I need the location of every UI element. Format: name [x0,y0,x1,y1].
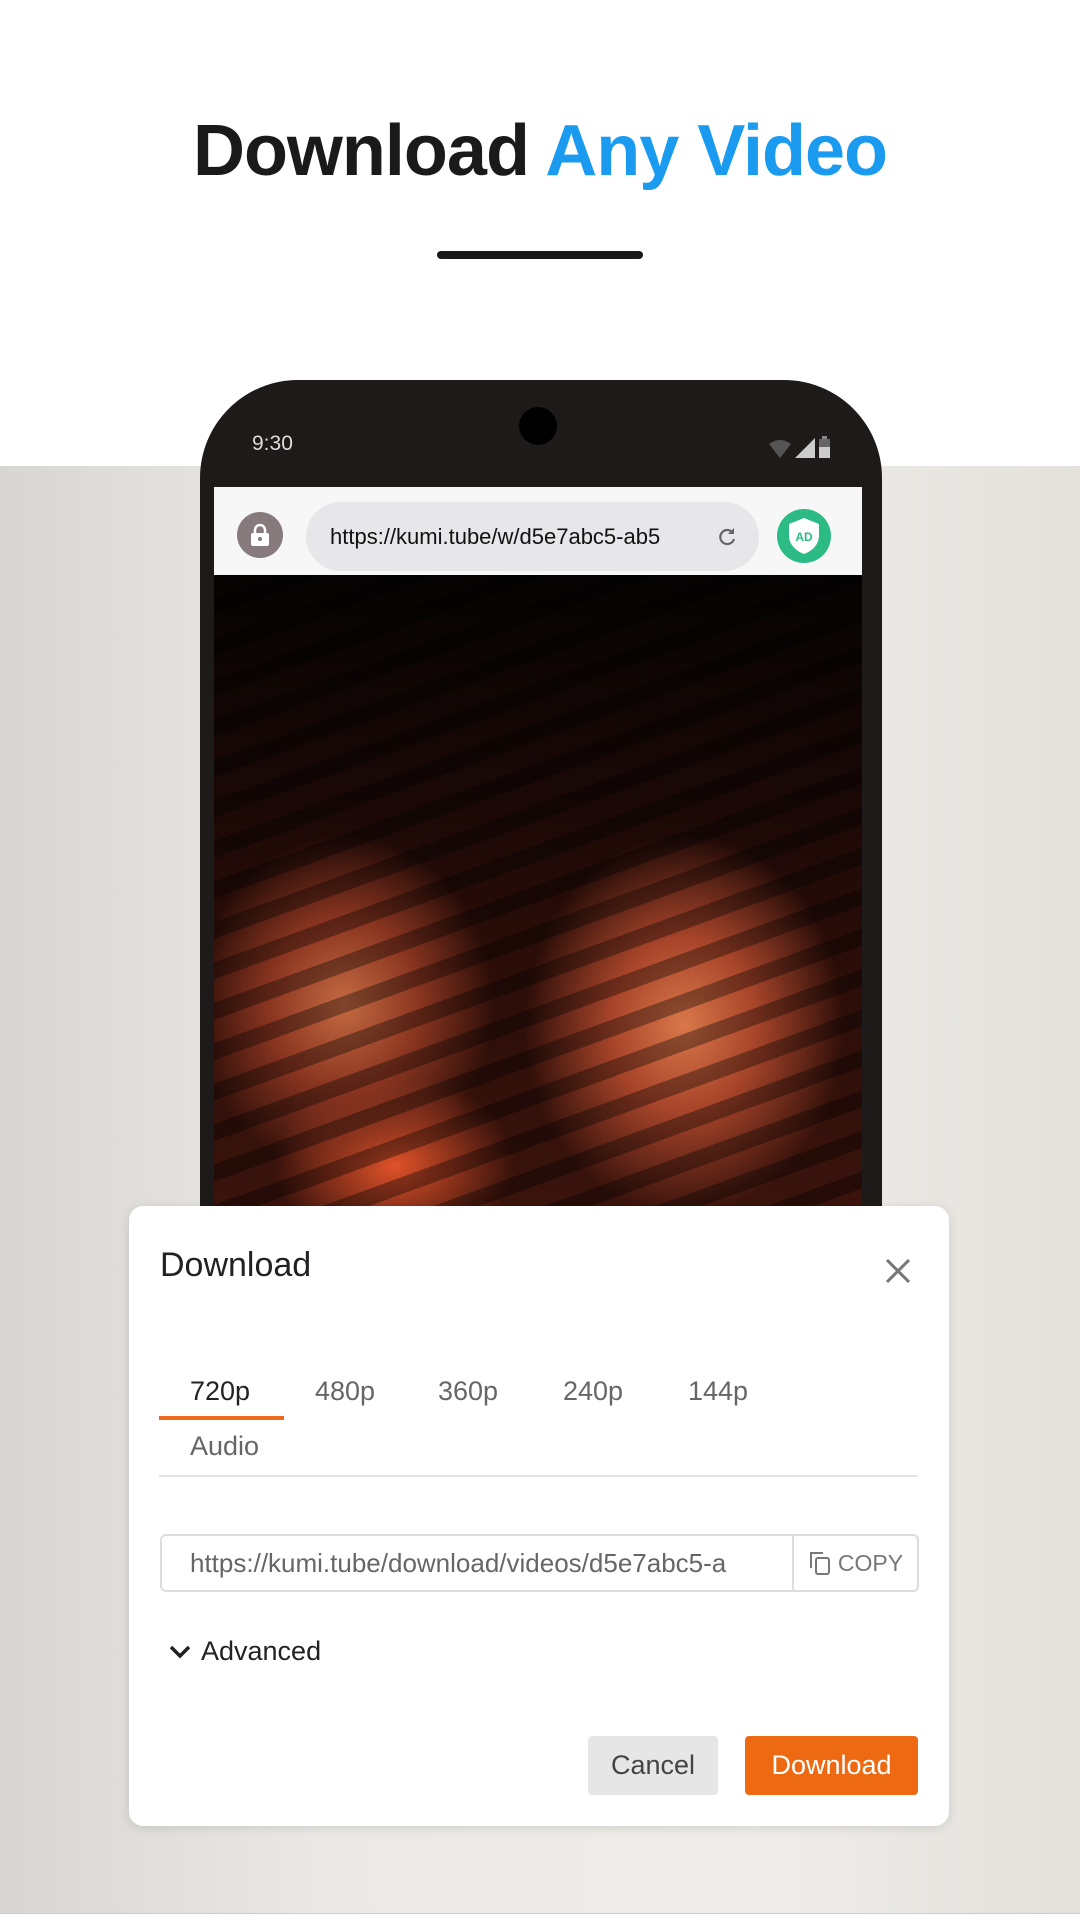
browser-toolbar: https://kumi.tube/w/d5e7abc5-ab5 AD [214,487,862,575]
bottom-divider [0,1913,1080,1920]
battery-icon [819,436,830,458]
signal-icon [795,438,815,458]
copy-icon [809,1552,830,1575]
status-time: 9:30 [252,432,293,455]
address-bar[interactable]: https://kumi.tube/w/d5e7abc5-ab5 [306,502,759,571]
download-link-field: https://kumi.tube/download/videos/d5e7ab… [160,1534,919,1592]
tab-360p[interactable]: 360p [438,1376,498,1407]
cancel-button[interactable]: Cancel [588,1736,718,1795]
reload-icon[interactable] [715,525,739,549]
headline: Download Any Video [0,110,1080,192]
tab-144p[interactable]: 144p [688,1376,748,1407]
copy-button[interactable]: COPY [792,1536,917,1590]
copy-label: COPY [837,1549,904,1576]
download-link-input[interactable]: https://kumi.tube/download/videos/d5e7ab… [162,1536,792,1590]
video-player[interactable] [214,575,862,1206]
status-icons [769,436,830,458]
dialog-title: Download [160,1246,312,1284]
wifi-icon [769,440,791,458]
ad-badge: AD [795,530,813,544]
ad-block-shield-icon[interactable]: AD [777,509,831,563]
lock-icon[interactable] [237,512,283,558]
advanced-toggle[interactable]: Advanced [169,1636,321,1667]
tab-480p[interactable]: 480p [315,1376,375,1407]
headline-underline [437,251,643,259]
download-button[interactable]: Download [745,1736,918,1795]
url-text: https://kumi.tube/w/d5e7abc5-ab5 [330,523,661,549]
video-frame [214,575,862,1206]
tabs-divider [159,1475,918,1477]
advanced-label: Advanced [201,1636,322,1666]
active-tab-indicator [159,1416,284,1420]
close-icon[interactable] [881,1254,915,1288]
tab-audio[interactable]: Audio [190,1431,259,1462]
camera-cutout [519,407,557,445]
headline-accent: Any Video [545,111,888,191]
headline-main: Download [192,111,530,191]
chevron-down-icon [169,1645,191,1658]
tab-240p[interactable]: 240p [563,1376,623,1407]
tab-720p[interactable]: 720p [190,1376,250,1407]
download-dialog: Download 720p 480p 360p 240p 144p Audio … [129,1206,949,1826]
